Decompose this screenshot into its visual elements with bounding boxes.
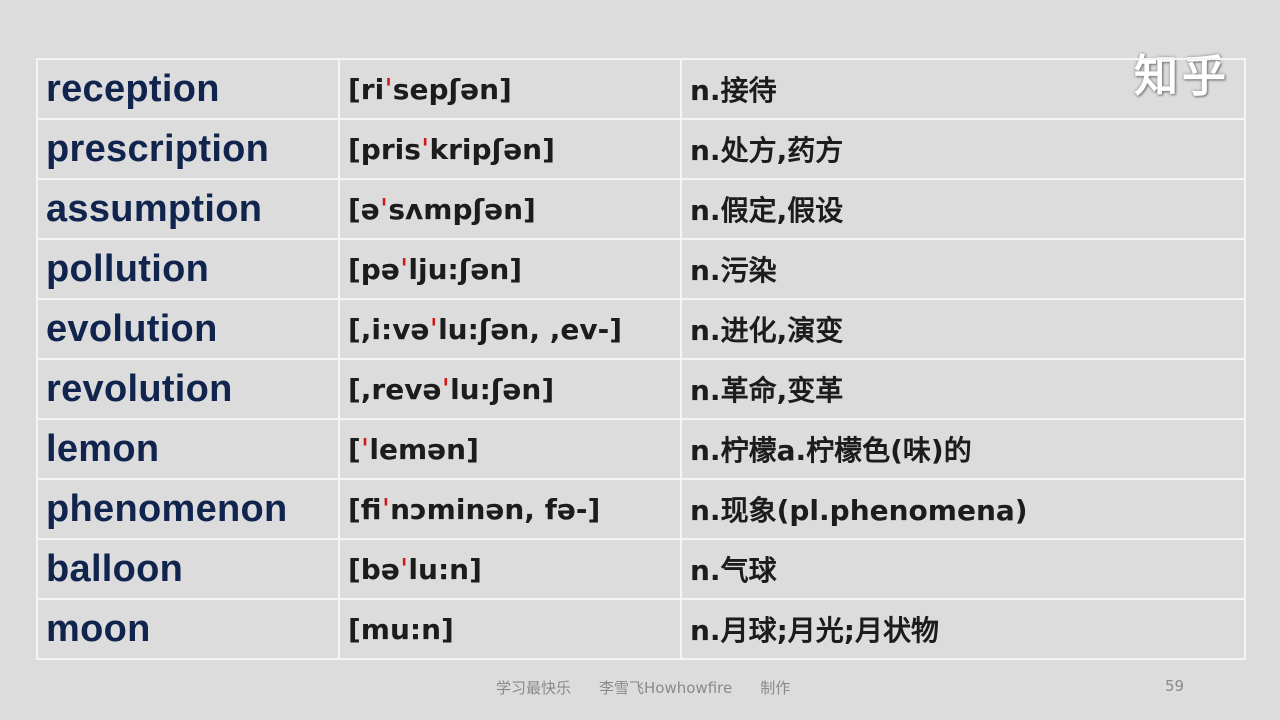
phonetic-prefix: [pris <box>348 132 421 166</box>
definition-cell: n.气球 <box>680 538 1246 600</box>
phonetic-prefix: [ə <box>348 192 380 226</box>
vocabulary-row: moon [mu:n] n.月球;月光;月状物 <box>36 598 1246 660</box>
phonetic-cell: [mu:n] <box>338 598 682 660</box>
phonetic-prefix: [,i:və <box>348 312 430 346</box>
phonetic-suffix: lu:ʃən] <box>450 372 555 406</box>
stress-mark: ˈ <box>384 72 393 106</box>
phonetic-prefix: [bə <box>348 552 400 586</box>
phonetic-suffix: nɔminən, fə-] <box>390 492 601 526</box>
phonetic-suffix: kripʃən] <box>429 132 555 166</box>
definition-cell: n.进化,演变 <box>680 298 1246 360</box>
phonetic-cell: [ˈlemən] <box>338 418 682 480</box>
definition-cell: n.月球;月光;月状物 <box>680 598 1246 660</box>
vocabulary-table-body: reception [riˈsepʃən] n.接待 prescription [pri… <box>36 58 1246 660</box>
phonetic-suffix: lju:ʃən] <box>408 252 523 286</box>
phonetic-prefix: [mu:n] <box>348 612 454 646</box>
phonetic-cell: [bəˈlu:n] <box>338 538 682 600</box>
vocabulary-row: balloon [bəˈlu:n] n.气球 <box>36 538 1246 600</box>
definition-cell: n.柠檬a.柠檬色(味)的 <box>680 418 1246 480</box>
phonetic-suffix: sʌmpʃən] <box>388 192 536 226</box>
stress-mark: ˈ <box>441 372 451 406</box>
definition-cell: n.污染 <box>680 238 1246 300</box>
phonetic-suffix: sepʃən] <box>392 72 512 106</box>
vocabulary-row: prescription [prisˈkripʃən] n.处方,药方 <box>36 118 1246 180</box>
word-cell: balloon <box>36 538 340 600</box>
vocabulary-row: evolution [,i:vəˈlu:ʃən, ,ev-] n.进化,演变 <box>36 298 1246 360</box>
word-cell: phenomenon <box>36 478 340 540</box>
phonetic-cell: [riˈsepʃən] <box>338 58 682 120</box>
word-cell: assumption <box>36 178 340 240</box>
phonetic-prefix: [,revə <box>348 372 442 406</box>
phonetic-cell: [,i:vəˈlu:ʃən, ,ev-] <box>338 298 682 360</box>
phonetic-prefix: [pə <box>348 252 400 286</box>
stress-mark: ˈ <box>420 132 430 166</box>
definition-cell: n.革命,变革 <box>680 358 1246 420</box>
footer-slogan: 学习最快乐 <box>496 679 572 697</box>
vocabulary-row: phenomenon [fiˈnɔminən, fə-] n.现象(pl.pheno… <box>36 478 1246 540</box>
footer-made-by: 制作 <box>760 679 791 697</box>
vocabulary-row: lemon [ˈlemən] n.柠檬a.柠檬色(味)的 <box>36 418 1246 480</box>
phonetic-cell: [fiˈnɔminən, fə-] <box>338 478 682 540</box>
phonetic-cell: [prisˈkripʃən] <box>338 118 682 180</box>
definition-cell: n.假定,假设 <box>680 178 1246 240</box>
stress-mark: ˈ <box>381 492 391 526</box>
phonetic-suffix: lu:n] <box>408 552 482 586</box>
footer-author: 李雪飞Howhowfire <box>599 679 733 697</box>
word-cell: lemon <box>36 418 340 480</box>
phonetic-prefix: [ <box>348 432 361 466</box>
phonetic-suffix: lemən] <box>369 432 479 466</box>
page-number: 59 <box>1165 677 1185 695</box>
definition-cell: n.接待 <box>680 58 1246 120</box>
word-cell: evolution <box>36 298 340 360</box>
footer-credit: 学习最快乐 李雪飞Howhowfire 制作 <box>496 677 818 698</box>
definition-cell: n.处方,药方 <box>680 118 1246 180</box>
stress-mark: ˈ <box>429 312 439 346</box>
word-cell: moon <box>36 598 340 660</box>
slide: 知乎 reception [riˈsepʃən] n.接待 prescription[… <box>0 0 1280 720</box>
word-cell: reception <box>36 58 340 120</box>
vocabulary-row: revolution [,revəˈlu:ʃən] n.革命,变革 <box>36 358 1246 420</box>
word-cell: pollution <box>36 238 340 300</box>
vocabulary-row: pollution [pəˈlju:ʃən] n.污染 <box>36 238 1246 300</box>
phonetic-cell: [əˈsʌmpʃən] <box>338 178 682 240</box>
vocabulary-row: reception [riˈsepʃən] n.接待 <box>36 58 1246 120</box>
phonetic-cell: [pəˈlju:ʃən] <box>338 238 682 300</box>
word-cell: revolution <box>36 358 340 420</box>
phonetic-cell: [,revəˈlu:ʃən] <box>338 358 682 420</box>
phonetic-suffix: lu:ʃən, ,ev-] <box>438 312 623 346</box>
phonetic-prefix: [ri <box>348 72 385 106</box>
vocabulary-table: reception [riˈsepʃən] n.接待 prescription [pri… <box>36 58 1246 660</box>
word-cell: prescription <box>36 118 340 180</box>
definition-cell: n.现象(pl.phenomena) <box>680 478 1246 540</box>
phonetic-prefix: [fi <box>348 492 382 526</box>
vocabulary-row: assumption [əˈsʌmpʃən] n.假定,假设 <box>36 178 1246 240</box>
